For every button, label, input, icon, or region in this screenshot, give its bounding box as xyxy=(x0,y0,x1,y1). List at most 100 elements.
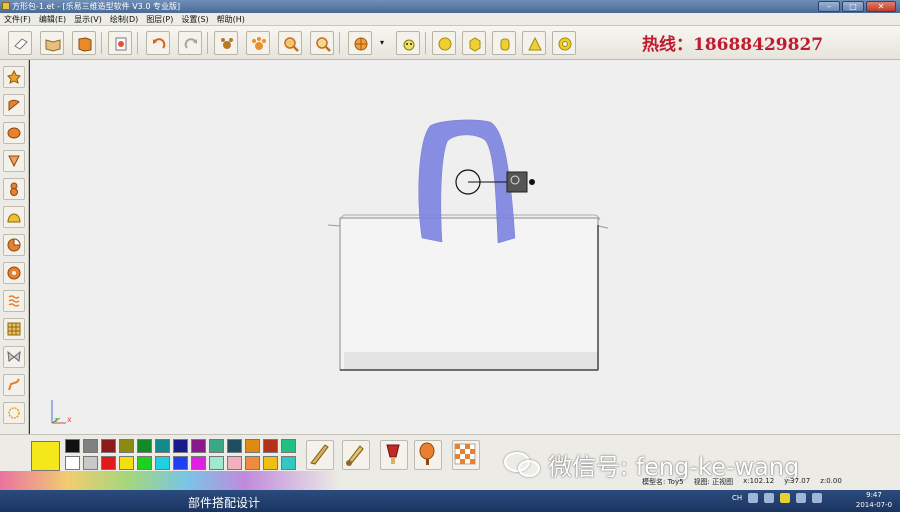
color-swatch[interactable] xyxy=(227,456,242,470)
cylinder-primitive-button[interactable] xyxy=(492,31,516,55)
brush-tool-button[interactable] xyxy=(342,440,370,470)
dropper-tool-button[interactable] xyxy=(414,440,442,470)
cube-icon xyxy=(469,37,481,52)
gourd-tool-button[interactable] xyxy=(3,178,25,200)
new-file-icon xyxy=(14,38,28,50)
wedge-icon xyxy=(8,155,20,168)
texture-tool-button[interactable] xyxy=(452,440,480,470)
shield-icon[interactable] xyxy=(780,493,791,503)
color-swatch[interactable] xyxy=(65,456,80,470)
network-icon[interactable] xyxy=(796,493,807,503)
menu-edit[interactable]: 编辑(E) xyxy=(39,13,66,25)
grid-icon xyxy=(7,322,21,336)
menu-help[interactable]: 帮助(H) xyxy=(217,13,245,25)
menu-bar: 文件(F) 编辑(E) 显示(V) 绘制(D) 图层(P) 设置(S) 帮助(H… xyxy=(0,13,900,26)
volume-icon[interactable] xyxy=(812,493,823,503)
clock-time: 9:47 xyxy=(866,491,882,499)
active-color-swatch[interactable] xyxy=(31,441,60,471)
status-y: y:37.07 xyxy=(784,477,811,485)
paw-orange-tool-button[interactable] xyxy=(246,31,270,55)
menu-view[interactable]: 显示(V) xyxy=(74,13,102,25)
color-swatch[interactable] xyxy=(83,456,98,470)
select-tool-button[interactable] xyxy=(3,66,25,88)
gizmo-handle-box[interactable] xyxy=(506,171,528,193)
cone-primitive-button[interactable] xyxy=(522,31,546,55)
system-tray: CH xyxy=(732,493,823,503)
color-swatch[interactable] xyxy=(245,439,260,453)
color-swatch[interactable] xyxy=(227,439,242,453)
dropdown-arrow-icon[interactable]: ▾ xyxy=(380,38,384,47)
color-swatch[interactable] xyxy=(83,439,98,453)
menu-settings[interactable]: 设置(S) xyxy=(181,13,208,25)
pencil-tool-button[interactable] xyxy=(306,440,334,470)
butterfly-tool-button[interactable] xyxy=(3,346,25,368)
drawing-canvas[interactable]: x z xyxy=(30,60,900,434)
pie-tool-button[interactable] xyxy=(3,234,25,256)
color-swatch[interactable] xyxy=(101,439,116,453)
print-button[interactable] xyxy=(108,31,132,55)
ring-tool-button[interactable] xyxy=(3,262,25,284)
dome-tool-button[interactable] xyxy=(3,206,25,228)
lasso-tool-button[interactable] xyxy=(3,402,25,424)
sphere-primitive-button[interactable] xyxy=(432,31,456,55)
color-swatch[interactable] xyxy=(209,456,224,470)
taskbar-clock[interactable]: 9:47 2014-07-0 xyxy=(848,490,900,510)
color-swatch[interactable] xyxy=(281,439,296,453)
color-swatch[interactable] xyxy=(281,456,296,470)
menu-layer[interactable]: 图层(P) xyxy=(146,13,173,25)
undo-icon xyxy=(153,38,166,49)
color-swatch[interactable] xyxy=(137,439,152,453)
new-file-button[interactable] xyxy=(8,31,32,55)
color-swatch[interactable] xyxy=(263,456,278,470)
menu-file[interactable]: 文件(F) xyxy=(4,13,31,25)
star-pointer-icon xyxy=(7,70,21,84)
wave-tool-button[interactable] xyxy=(3,290,25,312)
color-swatch[interactable] xyxy=(245,456,260,470)
menu-draw[interactable]: 绘制(D) xyxy=(110,13,138,25)
fill-tool-button[interactable] xyxy=(380,440,408,470)
bag-body[interactable] xyxy=(339,217,599,371)
keyboard-icon[interactable] xyxy=(748,493,759,503)
grid-tool-button[interactable] xyxy=(3,318,25,340)
ellipsoid-tool-button[interactable] xyxy=(3,122,25,144)
color-swatch[interactable] xyxy=(263,439,278,453)
color-swatch[interactable] xyxy=(137,456,152,470)
color-swatch[interactable] xyxy=(191,439,206,453)
redo-button[interactable] xyxy=(178,31,202,55)
torus-primitive-button[interactable] xyxy=(552,31,576,55)
butterfly-icon xyxy=(7,350,21,362)
save-file-button[interactable] xyxy=(72,31,96,55)
color-swatch[interactable] xyxy=(191,456,206,470)
cube-primitive-button[interactable] xyxy=(462,31,486,55)
minimize-button[interactable]: – xyxy=(818,1,840,12)
grid-sphere-button[interactable] xyxy=(348,31,372,55)
color-swatch[interactable] xyxy=(119,456,134,470)
path-tool-button[interactable] xyxy=(3,374,25,396)
color-swatch[interactable] xyxy=(101,456,116,470)
ellipsoid-icon xyxy=(7,127,21,139)
arrow-icon[interactable] xyxy=(764,493,775,503)
color-swatch[interactable] xyxy=(155,456,170,470)
color-palette-panel: 微信号: feng-ke-wang 模型名: Toy5 视图: 正视图 x:10… xyxy=(0,434,900,491)
close-button[interactable]: ✕ xyxy=(866,1,896,12)
paw-tool-button[interactable] xyxy=(214,31,238,55)
color-swatch[interactable] xyxy=(155,439,170,453)
open-file-button[interactable] xyxy=(40,31,64,55)
fan-shape-icon xyxy=(8,99,20,112)
zoom-in-button[interactable] xyxy=(278,31,302,55)
gizmo-end-dot[interactable] xyxy=(529,179,535,185)
undo-button[interactable] xyxy=(146,31,170,55)
color-swatch[interactable] xyxy=(119,439,134,453)
input-language[interactable]: CH xyxy=(732,494,742,502)
maximize-button[interactable]: □ xyxy=(842,1,864,12)
color-swatch[interactable] xyxy=(65,439,80,453)
wedge-tool-button[interactable] xyxy=(3,150,25,172)
color-swatch[interactable] xyxy=(173,456,188,470)
zoom-out-button[interactable] xyxy=(310,31,334,55)
bag-bottom-shade xyxy=(344,352,598,370)
fan-tool-button[interactable] xyxy=(3,94,25,116)
character-tool-button[interactable] xyxy=(396,31,420,55)
color-swatch[interactable] xyxy=(209,439,224,453)
axis-z-label: z xyxy=(54,416,58,424)
color-swatch[interactable] xyxy=(173,439,188,453)
